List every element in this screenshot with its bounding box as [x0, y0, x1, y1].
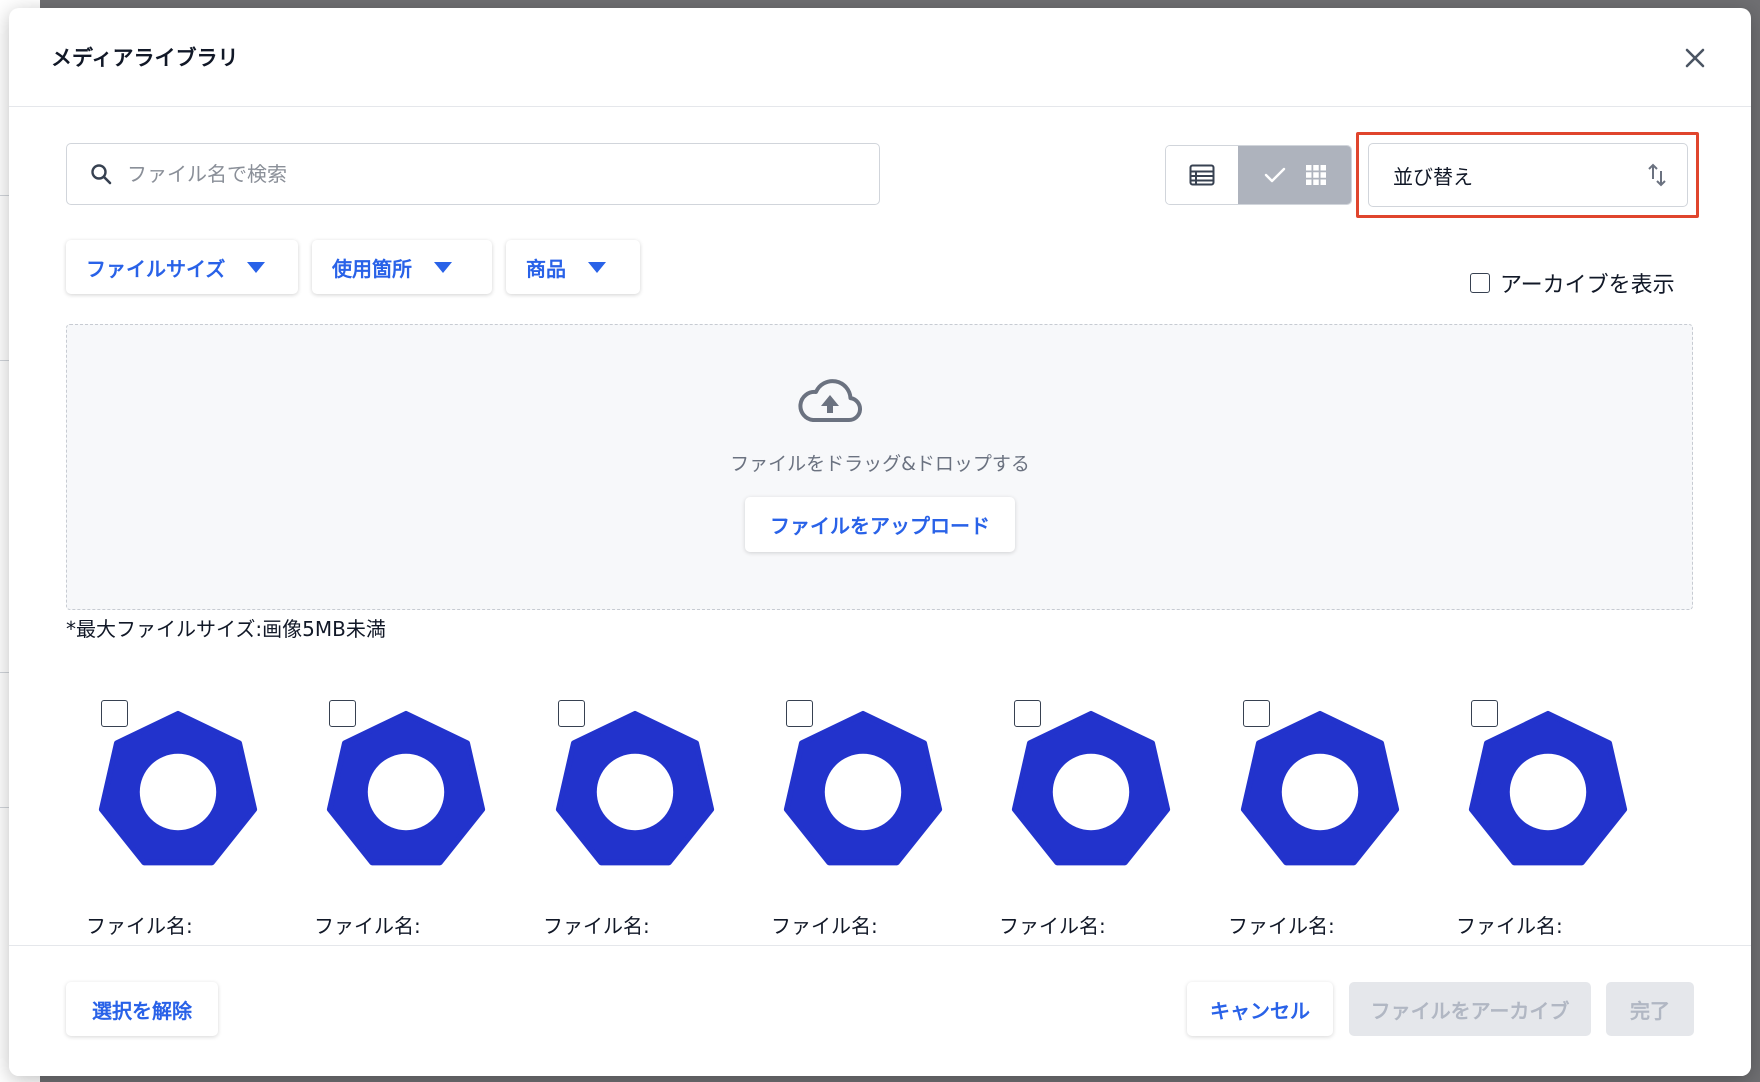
filter-file-size[interactable]: ファイルサイズ [66, 240, 298, 294]
media-item[interactable]: ファイル名: [1456, 700, 1671, 945]
modal-title: メディアライブラリ [51, 46, 239, 70]
modal-footer: 選択を解除 キャンセル ファイルをアーカイブ 完了 [9, 945, 1751, 1076]
list-view-button[interactable] [1166, 146, 1238, 204]
dropzone-text: ファイルをドラッグ&ドロップする [730, 453, 1030, 475]
archive-files-label: ファイルをアーカイブ [1370, 998, 1570, 1023]
media-thumbnail-image[interactable] [324, 710, 488, 874]
filter-usage-location[interactable]: 使用箇所 [312, 240, 492, 294]
media-item[interactable]: ファイル名: [314, 700, 529, 945]
media-item[interactable]: ファイル名: [543, 700, 758, 945]
check-icon [1264, 167, 1285, 183]
sort-label: 並び替え [1393, 164, 1473, 189]
media-item-checkbox[interactable] [558, 700, 585, 727]
archive-files-button[interactable]: ファイルをアーカイブ [1349, 982, 1591, 1036]
media-item-filename: ファイル名: [543, 914, 650, 938]
media-item[interactable]: ファイル名: [86, 700, 301, 945]
deselect-label: 選択を解除 [92, 998, 192, 1023]
show-archive-checkbox[interactable]: アーカイブを表示 [1470, 267, 1675, 299]
media-thumbnail-image[interactable] [781, 710, 945, 874]
filter-product[interactable]: 商品 [506, 240, 640, 294]
close-icon [1685, 48, 1705, 68]
upload-file-label: ファイルをアップロード [770, 514, 990, 538]
caret-down-icon [588, 261, 606, 273]
media-item[interactable]: ファイル名: [771, 700, 986, 945]
media-item-checkbox[interactable] [786, 700, 813, 727]
list-view-icon [1189, 164, 1215, 186]
media-item-filename: ファイル名: [86, 914, 193, 938]
caret-down-icon [247, 261, 266, 273]
media-item-filename: ファイル名: [999, 914, 1106, 938]
search-input[interactable] [127, 162, 827, 186]
deselect-button[interactable]: 選択を解除 [66, 982, 218, 1036]
media-thumbnail-image[interactable] [553, 710, 717, 874]
filter-label: ファイルサイズ [86, 256, 226, 281]
grid-view-icon [1305, 165, 1326, 185]
media-item-checkbox[interactable] [101, 700, 128, 727]
modal-header: メディアライブラリ [9, 8, 1751, 107]
cancel-label: キャンセル [1210, 998, 1310, 1023]
cancel-button[interactable]: キャンセル [1187, 982, 1333, 1036]
grid-view-button[interactable] [1238, 146, 1351, 204]
media-thumbnail-image[interactable] [96, 710, 260, 874]
checkbox[interactable] [1470, 273, 1490, 293]
sort-arrows-icon [1648, 163, 1666, 187]
done-label: 完了 [1630, 998, 1670, 1023]
media-item-filename: ファイル名: [771, 914, 878, 938]
media-item[interactable]: ファイル名: [1228, 700, 1443, 945]
caret-down-icon [434, 261, 452, 273]
media-item[interactable]: ファイル名: [999, 700, 1214, 945]
show-archive-label: アーカイブを表示 [1500, 273, 1675, 298]
filter-label: 商品 [526, 256, 566, 281]
cloud-upload-icon [798, 379, 862, 423]
media-item-filename: ファイル名: [314, 914, 421, 938]
close-button[interactable] [1675, 38, 1715, 78]
filter-label: 使用箇所 [332, 256, 412, 281]
media-item-checkbox[interactable] [1243, 700, 1270, 727]
search-field[interactable] [66, 143, 880, 205]
upload-file-button[interactable]: ファイルをアップロード [745, 497, 1015, 552]
media-item-filename: ファイル名: [1228, 914, 1335, 938]
media-thumbnail-image[interactable] [1238, 710, 1402, 874]
sort-select[interactable]: 並び替え [1368, 143, 1688, 207]
media-item-filename: ファイル名: [1456, 914, 1563, 938]
max-file-size-note: *最大ファイルサイズ:画像5MB未満 [66, 617, 386, 641]
media-thumbnail-image[interactable] [1009, 710, 1173, 874]
done-button[interactable]: 完了 [1606, 982, 1694, 1036]
view-toggle [1165, 145, 1352, 205]
media-thumbnail-image[interactable] [1466, 710, 1630, 874]
media-item-checkbox[interactable] [1471, 700, 1498, 727]
media-library-modal: メディアライブラリ ファイル名で検索 並び替え ファイルサイズ 使用箇所 商品 … [9, 8, 1751, 1076]
media-item-checkbox[interactable] [1014, 700, 1041, 727]
search-icon [91, 164, 112, 185]
media-item-checkbox[interactable] [329, 700, 356, 727]
